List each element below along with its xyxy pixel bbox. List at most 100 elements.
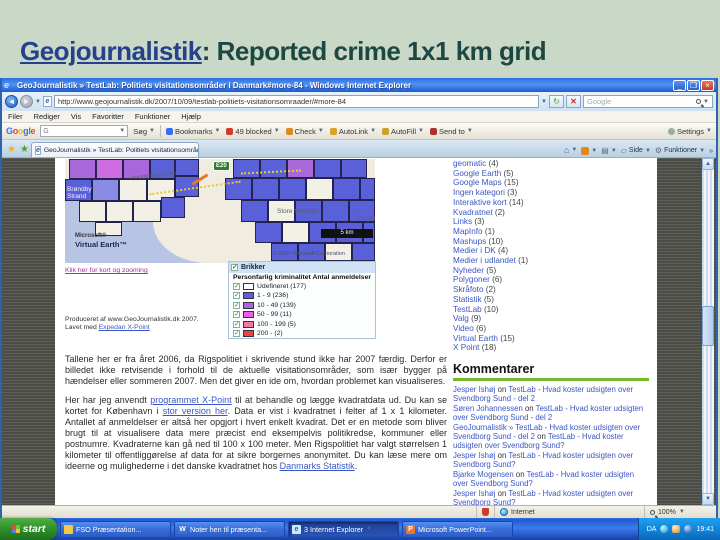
- add-favorite-icon[interactable]: ★: [20, 143, 29, 157]
- security-report-pane[interactable]: [476, 506, 494, 518]
- url-input[interactable]: http://www.geojournalistik.dk/2007/10/09…: [53, 95, 540, 108]
- category-link[interactable]: X Point (18): [453, 343, 649, 353]
- minimize-button[interactable]: _: [673, 79, 686, 91]
- category-link[interactable]: Google Maps (15): [453, 178, 649, 188]
- crime-grid-cell[interactable]: [96, 159, 123, 179]
- taskbar-task-ie[interactable]: e3 Internet Explorer ▼: [288, 520, 399, 538]
- google-toolbar-bookmarks[interactable]: Bookmarks ▼: [165, 127, 220, 136]
- crime-map[interactable]: E20 Brøndby Strand Amagermotorvejen Stor…: [65, 159, 375, 263]
- category-link[interactable]: Medier i udlandet (1): [453, 256, 649, 266]
- category-link[interactable]: geomatic (4): [453, 159, 649, 169]
- crime-grid-cell[interactable]: [241, 200, 268, 222]
- search-icon[interactable]: [696, 99, 702, 104]
- crime-grid-cell[interactable]: [133, 201, 161, 222]
- print-button[interactable]: ▤ ▼: [601, 146, 617, 155]
- history-dropdown-icon[interactable]: ▼: [35, 99, 41, 105]
- tray-network-icon[interactable]: [660, 525, 669, 533]
- category-link[interactable]: Mashups (10): [453, 237, 649, 247]
- menu-favoritter[interactable]: Favoritter: [92, 112, 124, 121]
- layer-checkbox[interactable]: ✓: [231, 264, 238, 271]
- google-toolbar-check[interactable]: Check ▼: [285, 127, 324, 136]
- slide-title-hyperlink[interactable]: Geojournalistik: [20, 36, 202, 66]
- crime-grid-cell[interactable]: [79, 201, 106, 222]
- crime-grid-cell[interactable]: [282, 222, 309, 243]
- crime-grid-cell[interactable]: [322, 200, 349, 222]
- legend-checkbox[interactable]: ✓: [233, 330, 240, 338]
- category-link[interactable]: Interaktive kort (14): [453, 198, 649, 208]
- google-toolbar-49-blocked[interactable]: 49 blocked ▼: [226, 127, 280, 136]
- map-enlarge-link[interactable]: Klik her for kort og zooming: [65, 267, 148, 274]
- legend-checkbox[interactable]: ✓: [233, 282, 240, 290]
- crime-grid-cell[interactable]: [260, 159, 287, 178]
- tray-messenger-icon[interactable]: [684, 525, 693, 533]
- tools-menu-button[interactable]: ⚙ Funktioner ▼: [655, 146, 705, 155]
- legend-checkbox[interactable]: ✓: [233, 301, 240, 309]
- legend-checkbox[interactable]: ✓: [233, 292, 240, 300]
- crime-grid-cell[interactable]: [333, 178, 360, 200]
- close-button[interactable]: ×: [701, 79, 714, 91]
- comment-author-link[interactable]: Søren Johannessen: [453, 404, 523, 413]
- crime-grid-cell[interactable]: [161, 197, 185, 218]
- zoom-dropdown-icon[interactable]: ▼: [679, 509, 685, 515]
- category-link[interactable]: Kvadratnet (2): [453, 208, 649, 218]
- search-input[interactable]: Google ▼: [583, 95, 713, 108]
- crime-grid-cell[interactable]: [352, 243, 375, 261]
- category-link[interactable]: Statistik (5): [453, 295, 649, 305]
- page-menu-button[interactable]: ▱ Side ▼: [621, 146, 651, 155]
- category-link[interactable]: Polygoner (6): [453, 275, 649, 285]
- menu-hjælp[interactable]: Hjælp: [181, 112, 201, 121]
- comment-author-link[interactable]: Bjarke Mogensen: [453, 470, 514, 479]
- forward-button[interactable]: ►: [20, 95, 33, 108]
- crime-grid-cell[interactable]: [314, 159, 341, 178]
- url-dropdown-icon[interactable]: ▼: [541, 99, 547, 105]
- google-toolbar-autolink[interactable]: AutoLink ▼: [329, 127, 376, 136]
- start-button[interactable]: start: [0, 518, 57, 540]
- category-link[interactable]: Virtual Earth (15): [453, 334, 649, 344]
- refresh-button[interactable]: ↻: [549, 95, 564, 108]
- restore-button[interactable]: ❐: [687, 79, 700, 91]
- article-link[interactable]: programmet X-Point: [150, 395, 231, 405]
- menu-filer[interactable]: Filer: [8, 112, 23, 121]
- article-link[interactable]: Danmarks Statistik: [280, 461, 355, 471]
- scroll-down-arrow[interactable]: ▼: [702, 493, 714, 505]
- legend-checkbox[interactable]: ✓: [233, 320, 240, 328]
- menu-funktioner[interactable]: Funktioner: [135, 112, 170, 121]
- vertical-scrollbar[interactable]: ▲ ▼: [702, 158, 714, 505]
- scroll-up-arrow[interactable]: ▲: [702, 158, 714, 170]
- crime-grid-cell[interactable]: [360, 178, 375, 200]
- category-link[interactable]: Skråfoto (2): [453, 285, 649, 295]
- category-link[interactable]: Medier i DK (4): [453, 246, 649, 256]
- category-link[interactable]: MapInfo (1): [453, 227, 649, 237]
- back-button[interactable]: ◄: [5, 95, 18, 108]
- taskbar-task-folder[interactable]: FSO Præsentation...: [60, 520, 171, 538]
- language-indicator[interactable]: DA: [647, 526, 657, 533]
- category-link[interactable]: Valg (9): [453, 314, 649, 324]
- category-link[interactable]: Nyheder (5): [453, 266, 649, 276]
- favorites-center-icon[interactable]: ★: [7, 143, 16, 157]
- legend-checkbox[interactable]: ✓: [233, 311, 240, 319]
- xpoint-link[interactable]: Expedan X-Point: [99, 324, 150, 331]
- google-search-dropdown-icon[interactable]: ▼: [119, 128, 125, 134]
- stop-button[interactable]: ✕: [566, 95, 581, 108]
- menu-rediger[interactable]: Rediger: [34, 112, 60, 121]
- comment-author-link[interactable]: Jesper Ishøj: [453, 489, 495, 498]
- comment-author-link[interactable]: Jesper Ishøj: [453, 385, 495, 394]
- google-search-input[interactable]: G ▼: [40, 125, 129, 137]
- taskbar-task-ppt[interactable]: P Microsoft PowerPoint...: [402, 520, 513, 538]
- comment-author-link[interactable]: Jesper Ishøj: [453, 451, 495, 460]
- category-link[interactable]: Video (6): [453, 324, 649, 334]
- category-link[interactable]: Google Earth (5): [453, 169, 649, 179]
- menu-vis[interactable]: Vis: [71, 112, 81, 121]
- browser-tab[interactable]: e GeoJournalistik » TestLab: Politiets v…: [30, 142, 199, 157]
- category-link[interactable]: TestLab (10): [453, 305, 649, 315]
- feeds-button[interactable]: ▼: [581, 147, 597, 155]
- crime-grid-cell[interactable]: [255, 222, 282, 243]
- google-toolbar-send-to[interactable]: Send to ▼: [429, 127, 473, 136]
- window-titlebar[interactable]: e GeoJournalistik » TestLab: Politiets v…: [2, 78, 716, 92]
- taskbar-task-word[interactable]: W Noter hen til præsenta...: [174, 520, 285, 538]
- crime-grid-cell[interactable]: [119, 179, 147, 201]
- google-go-button[interactable]: Søg ▼: [133, 127, 155, 136]
- category-link[interactable]: Links (3): [453, 217, 649, 227]
- crime-grid-cell[interactable]: [175, 159, 199, 176]
- tray-volume-icon[interactable]: [672, 525, 681, 533]
